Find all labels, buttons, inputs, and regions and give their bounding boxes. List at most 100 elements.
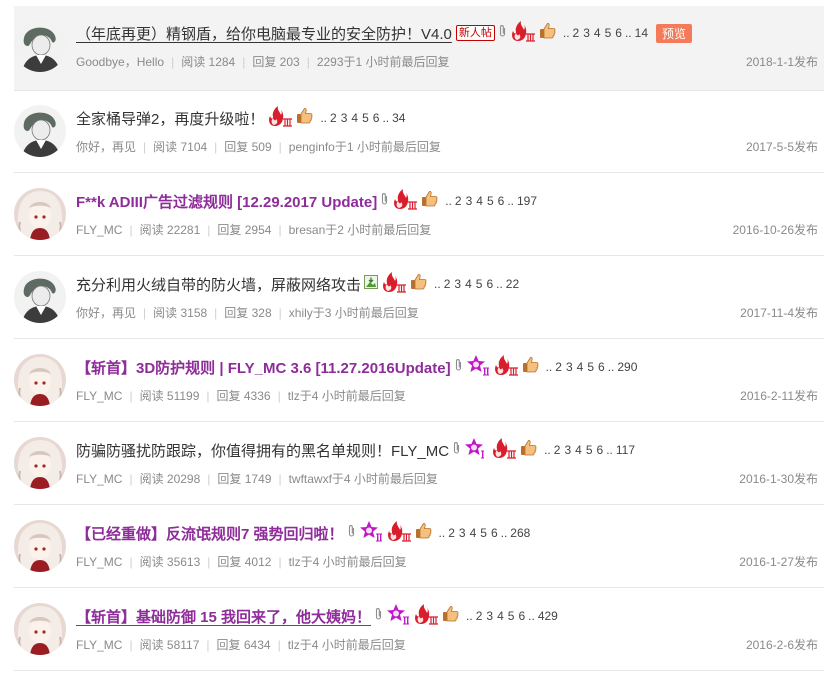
thread-title-link[interactable]: 【斩首】3D防护规则 | FLY_MC 3.6 [11.27.2016Updat… <box>76 357 451 378</box>
thread-row: 充分利用火绒自带的防火墙，屏蔽网络攻击.. 2 3 4 5 6.. 22 你好，再见 | 阅读 3… <box>14 257 824 339</box>
page-link[interactable]: 5 <box>586 443 593 457</box>
page-links: .. 2 3 4 5 6.. 268 <box>438 526 533 540</box>
author-avatar[interactable] <box>14 603 66 655</box>
page-link[interactable]: 2 <box>444 277 451 291</box>
page-link[interactable]: 5 <box>480 526 487 540</box>
view-count: 阅读 1284 <box>181 55 236 69</box>
page-link[interactable]: 4 <box>470 526 477 540</box>
page-link[interactable]: 3 <box>583 26 590 40</box>
author-avatar[interactable] <box>14 188 66 240</box>
thread-row: 【斩首】基础防御 15 我回来了，他大姨妈！.. 2 3 4 5 6.. 429 FLY_MC… <box>14 589 824 671</box>
last-page-link[interactable]: 290 <box>617 360 637 374</box>
last-page-link[interactable]: 268 <box>510 526 530 540</box>
thread-title-link[interactable]: 充分利用火绒自带的防火墙，屏蔽网络攻击 <box>76 274 361 295</box>
page-link[interactable]: 2 <box>573 26 580 40</box>
meta-separator: | <box>143 140 147 154</box>
page-link[interactable]: 4 <box>351 111 358 125</box>
page-link[interactable]: 6 <box>597 443 604 457</box>
page-link[interactable]: 4 <box>465 277 472 291</box>
attachment-icon <box>347 524 356 543</box>
last-page-link[interactable]: 117 <box>616 443 635 457</box>
thread-title-link[interactable]: 【已经重做】反流氓规则7 强势回归啦！ <box>76 523 344 544</box>
author-avatar[interactable] <box>14 354 66 406</box>
thread-title-link[interactable]: 全家桶导弹2，再度升级啦！ <box>76 108 264 129</box>
page-link[interactable]: 3 <box>466 194 473 208</box>
page-link[interactable]: 6 <box>615 26 622 40</box>
author-name[interactable]: FLY_MC <box>76 555 122 569</box>
page-link[interactable]: 2 <box>554 443 561 457</box>
page-link[interactable]: 4 <box>594 26 601 40</box>
page-link[interactable]: 6 <box>491 526 498 540</box>
page-link[interactable]: 6 <box>373 111 380 125</box>
page-link[interactable]: 3 <box>341 111 348 125</box>
author-avatar[interactable] <box>14 437 66 489</box>
post-date: 2016-1-27发布 <box>739 555 818 569</box>
page-link[interactable]: 3 <box>486 609 493 623</box>
last-reply-info: tlz于4 小时前最后回复 <box>287 638 406 652</box>
last-page-link[interactable]: 197 <box>517 194 537 208</box>
page-link[interactable]: 6 <box>498 194 505 208</box>
page-links: .. 2 3 4 5 6.. 429 <box>465 609 560 623</box>
page-link[interactable]: 4 <box>575 443 582 457</box>
page-link[interactable]: 4 <box>497 609 504 623</box>
author-name[interactable]: Goodbye，Hello <box>76 55 164 69</box>
reply-count: 回复 509 <box>224 140 272 154</box>
author-avatar[interactable] <box>14 20 66 72</box>
thread-title-line: 【已经重做】反流氓规则7 强势回归啦！.. 2 3 4 5 6.. 268 <box>76 520 824 546</box>
thread-title-link[interactable]: 【斩首】基础防御 15 我回来了，他大姨妈！ <box>76 606 371 627</box>
last-page-link[interactable]: 429 <box>538 609 558 623</box>
page-link[interactable]: 5 <box>508 609 515 623</box>
last-page-link[interactable]: 22 <box>506 277 519 291</box>
hot-level-3-icon <box>386 520 412 547</box>
meta-separator: | <box>277 638 281 652</box>
attachment-icon <box>498 24 507 43</box>
page-ellipsis: .. <box>528 609 535 623</box>
last-page-link[interactable]: 34 <box>392 111 405 125</box>
author-name[interactable]: FLY_MC <box>76 638 122 652</box>
last-reply-info: penginfo于1 小时前最后回复 <box>288 140 441 154</box>
page-link[interactable]: 2 <box>476 609 483 623</box>
thread-title-line: 防骗防骚扰防跟踪，你值得拥有的黑名单规则！FLY_MC.. 2 3 4 5 6.. 117 <box>76 437 824 463</box>
author-name[interactable]: 你好，再见 <box>76 140 136 154</box>
page-link[interactable]: 5 <box>487 194 494 208</box>
view-count: 阅读 20298 <box>139 472 201 486</box>
hot-level-3-icon <box>493 354 519 381</box>
thread-title-link[interactable]: 防骗防骚扰防跟踪，你值得拥有的黑名单规则！FLY_MC <box>76 440 449 461</box>
meta-separator: | <box>129 389 133 403</box>
preview-button[interactable]: 预览 <box>656 23 693 43</box>
page-link[interactable]: 6 <box>598 360 605 374</box>
author-avatar[interactable] <box>14 105 66 157</box>
author-avatar[interactable] <box>14 271 66 323</box>
thread-title-line: 【斩首】基础防御 15 我回来了，他大姨妈！.. 2 3 4 5 6.. 429 <box>76 603 824 629</box>
thread-title-link[interactable]: F**k ADIII广告过滤规则 [12.29.2017 Update] <box>76 191 377 212</box>
page-link[interactable]: 6 <box>486 277 493 291</box>
page-link[interactable]: 3 <box>566 360 573 374</box>
post-date: 2017-11-4发布 <box>740 306 818 320</box>
author-name[interactable]: FLY_MC <box>76 472 122 486</box>
author-name[interactable]: 你好，再见 <box>76 306 136 320</box>
thread-title-link[interactable]: （年底再更）精钢盾，给你电脑最专业的安全防护！V4.0 <box>76 23 452 44</box>
page-link[interactable]: 5 <box>362 111 369 125</box>
page-link[interactable]: 5 <box>476 277 483 291</box>
page-link[interactable]: 3 <box>459 526 466 540</box>
page-link[interactable]: 4 <box>476 194 483 208</box>
post-date: 2016-2-6发布 <box>745 638 818 652</box>
page-link[interactable]: 5 <box>605 26 612 40</box>
page-link[interactable]: 2 <box>455 194 462 208</box>
page-link[interactable]: 3 <box>454 277 461 291</box>
last-page-link[interactable]: 14 <box>635 26 648 40</box>
page-link[interactable]: 4 <box>577 360 584 374</box>
meta-separator: | <box>207 555 211 569</box>
author-name[interactable]: FLY_MC <box>76 223 122 237</box>
attachment-icon <box>454 358 463 377</box>
page-link[interactable]: 3 <box>564 443 571 457</box>
page-link[interactable]: 5 <box>587 360 594 374</box>
author-avatar[interactable] <box>14 520 66 572</box>
page-link[interactable]: 6 <box>518 609 525 623</box>
thumbs-up-icon <box>415 522 432 544</box>
reply-count: 回复 6434 <box>216 638 271 652</box>
page-link[interactable]: 2 <box>555 360 562 374</box>
author-name[interactable]: FLY_MC <box>76 389 122 403</box>
page-link[interactable]: 2 <box>330 111 337 125</box>
page-link[interactable]: 2 <box>448 526 455 540</box>
